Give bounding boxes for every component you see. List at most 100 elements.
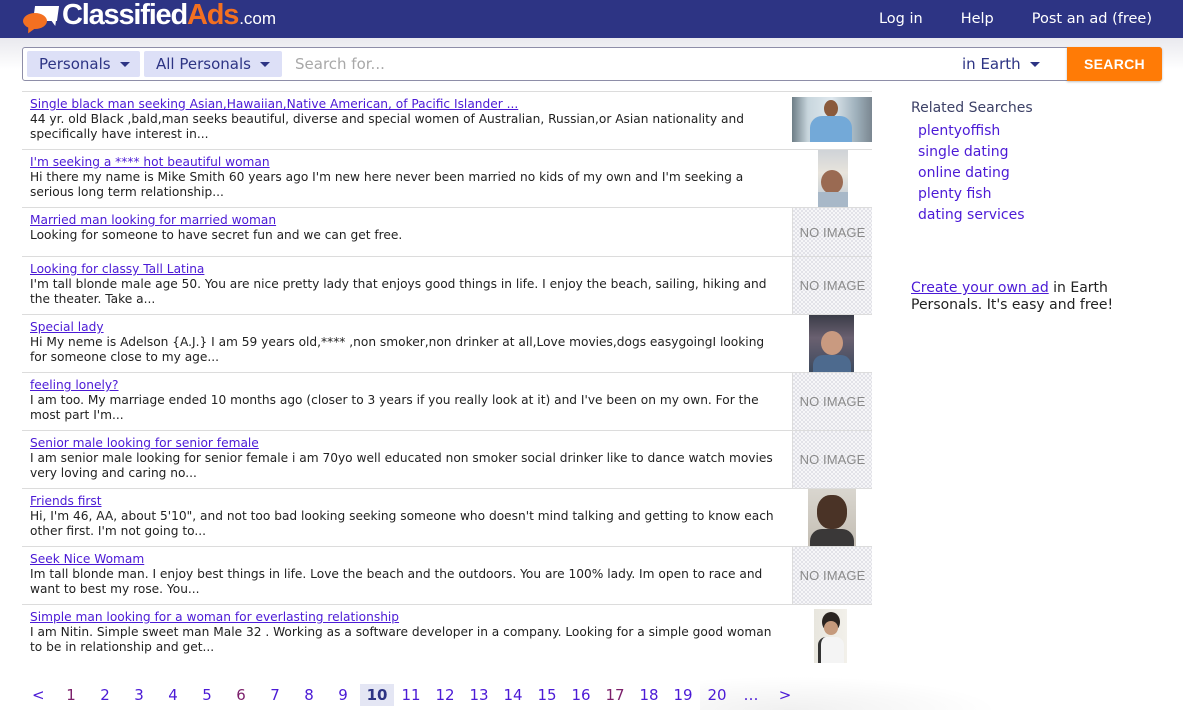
listing-description: 44 yr. old Black ,bald,man seeks beautif…	[30, 112, 744, 141]
no-image-placeholder: NO IMAGE	[792, 257, 872, 314]
listing-row: Special lady Hi My neme is Adelson {A.J.…	[22, 315, 872, 373]
create-ad-link[interactable]: Create your own ad	[911, 280, 1049, 296]
page-link[interactable]: 8	[292, 686, 326, 704]
listing-description: I am too. My marriage ended 10 months ag…	[30, 393, 759, 422]
no-image-placeholder: NO IMAGE	[792, 373, 872, 430]
logo-com: .com	[239, 9, 277, 28]
listing-row: feeling lonely? I am too. My marriage en…	[22, 373, 872, 431]
page-link[interactable]: 14	[496, 686, 530, 704]
related-search-link[interactable]: online dating	[918, 163, 1033, 184]
site-logo[interactable]: ClassifiedAds.com	[22, 0, 276, 35]
category-dropdown[interactable]: Personals	[27, 51, 140, 77]
location-label: in Earth	[962, 55, 1021, 73]
top-nav: Log in Help Post an ad (free)	[879, 0, 1152, 38]
logo-text: ClassifiedAds.com	[62, 0, 276, 35]
logo-classified: Classified	[62, 0, 188, 31]
listing-description: Looking for someone to have secret fun a…	[30, 228, 403, 242]
listing-photo[interactable]	[818, 150, 848, 207]
listing-title-link[interactable]: feeling lonely?	[30, 378, 872, 393]
listing-title-link[interactable]: Simple man looking for a woman for everl…	[30, 610, 872, 625]
listing-row: Single black man seeking Asian,Hawaiian,…	[22, 92, 872, 150]
related-search-link[interactable]: plenty fish	[918, 184, 1033, 205]
speech-bubbles-icon	[22, 5, 60, 35]
listing-description: I'm tall blonde male age 50. You are nic…	[30, 277, 767, 306]
no-image-placeholder: NO IMAGE	[792, 431, 872, 488]
page-link[interactable]: 16	[564, 686, 598, 704]
listing-description: Hi there my name is Mike Smith 60 years …	[30, 170, 744, 199]
listing-description: Hi My neme is Adelson {A.J.} I am 59 yea…	[30, 335, 765, 364]
listing-photo[interactable]	[808, 489, 856, 546]
listing-title-link[interactable]: Seek Nice Womam	[30, 552, 872, 567]
post-ad-link[interactable]: Post an ad (free)	[1032, 11, 1152, 27]
location-dropdown[interactable]: in Earth	[962, 51, 1040, 77]
page-link[interactable]: 20	[700, 686, 734, 704]
help-link[interactable]: Help	[961, 11, 994, 27]
pagination: < 1 2 3 4 5 6 7 8 9 10 11 12 13 14 15 16…	[24, 682, 802, 708]
listing-description: Hi, I'm 46, AA, about 5'10", and not too…	[30, 509, 774, 538]
caret-down-icon	[119, 61, 130, 67]
listing-title-link[interactable]: Friends first	[30, 494, 872, 509]
listing-row: Married man looking for married woman Lo…	[22, 208, 872, 257]
caret-down-icon	[259, 61, 270, 67]
page-link[interactable]: 12	[428, 686, 462, 704]
listing-title-link[interactable]: Married man looking for married woman	[30, 213, 872, 228]
related-searches: Related Searches plentyoffish single dat…	[911, 100, 1033, 226]
page-link[interactable]: 2	[88, 686, 122, 704]
listing-row: Seek Nice Womam Im tall blonde man. I en…	[22, 547, 872, 605]
top-header: ClassifiedAds.com Log in Help Post an ad…	[0, 0, 1183, 38]
create-ad-text-2: Personals. It's easy and free!	[911, 297, 1114, 313]
page-link[interactable]: 13	[462, 686, 496, 704]
more-pages-link[interactable]: …	[734, 686, 768, 704]
logo-ads: Ads	[187, 0, 239, 31]
page-link[interactable]: 4	[156, 686, 190, 704]
page-link[interactable]: 15	[530, 686, 564, 704]
listing-photo[interactable]	[814, 609, 847, 663]
no-image-placeholder: NO IMAGE	[792, 547, 872, 604]
page-link[interactable]: 17	[598, 686, 632, 704]
listing-row: Senior male looking for senior female I …	[22, 431, 872, 489]
listing-row: Looking for classy Tall Latina I'm tall …	[22, 257, 872, 315]
next-page-link[interactable]: >	[768, 686, 802, 704]
page-link[interactable]: 9	[326, 686, 360, 704]
listing-row: Simple man looking for a woman for everl…	[22, 605, 872, 663]
related-search-link[interactable]: single dating	[918, 142, 1033, 163]
related-searches-heading: Related Searches	[911, 100, 1033, 116]
related-search-link[interactable]: dating services	[918, 205, 1033, 226]
page-link[interactable]: 6	[224, 686, 258, 704]
listing-description: Im tall blonde man. I enjoy best things …	[30, 567, 763, 596]
subcategory-label: All Personals	[156, 55, 251, 73]
page-link[interactable]: 7	[258, 686, 292, 704]
page-link[interactable]: 5	[190, 686, 224, 704]
search-bar: Personals All Personals in Earth SEARCH	[22, 47, 1162, 81]
listing-photo[interactable]	[809, 315, 854, 372]
page-link[interactable]: 1	[54, 686, 88, 704]
caret-down-icon	[1029, 61, 1040, 67]
listing-title-link[interactable]: Looking for classy Tall Latina	[30, 262, 872, 277]
create-ad-text: in Earth	[1048, 280, 1108, 296]
category-label: Personals	[39, 55, 111, 73]
page-link[interactable]: 19	[666, 686, 700, 704]
search-button[interactable]: SEARCH	[1067, 47, 1162, 81]
page-link[interactable]: 3	[122, 686, 156, 704]
related-search-link[interactable]: plentyoffish	[918, 121, 1033, 142]
login-link[interactable]: Log in	[879, 11, 923, 27]
prev-page-link[interactable]: <	[24, 686, 54, 704]
no-image-placeholder: NO IMAGE	[792, 208, 872, 256]
search-input[interactable]	[287, 51, 927, 77]
current-page: 10	[360, 684, 394, 706]
listing-row: I'm seeking a **** hot beautiful woman H…	[22, 150, 872, 208]
page-link[interactable]: 11	[394, 686, 428, 704]
listing-title-link[interactable]: Senior male looking for senior female	[30, 436, 872, 451]
search-strip: Personals All Personals in Earth SEARCH	[0, 38, 1183, 90]
listing-results: Single black man seeking Asian,Hawaiian,…	[22, 91, 872, 663]
create-ad-promo: Create your own ad in Earth Personals. I…	[911, 280, 1151, 314]
page-link[interactable]: 18	[632, 686, 666, 704]
listing-photo[interactable]	[792, 97, 872, 142]
listing-title-link[interactable]: Single black man seeking Asian,Hawaiian,…	[30, 97, 872, 112]
listing-title-link[interactable]: Special lady	[30, 320, 872, 335]
subcategory-dropdown[interactable]: All Personals	[144, 51, 282, 77]
listing-description: I am senior male looking for senior fema…	[30, 451, 773, 480]
listing-title-link[interactable]: I'm seeking a **** hot beautiful woman	[30, 155, 872, 170]
listing-description: I am Nitin. Simple sweet man Male 32 . W…	[30, 625, 772, 654]
listing-row: Friends first Hi, I'm 46, AA, about 5'10…	[22, 489, 872, 547]
